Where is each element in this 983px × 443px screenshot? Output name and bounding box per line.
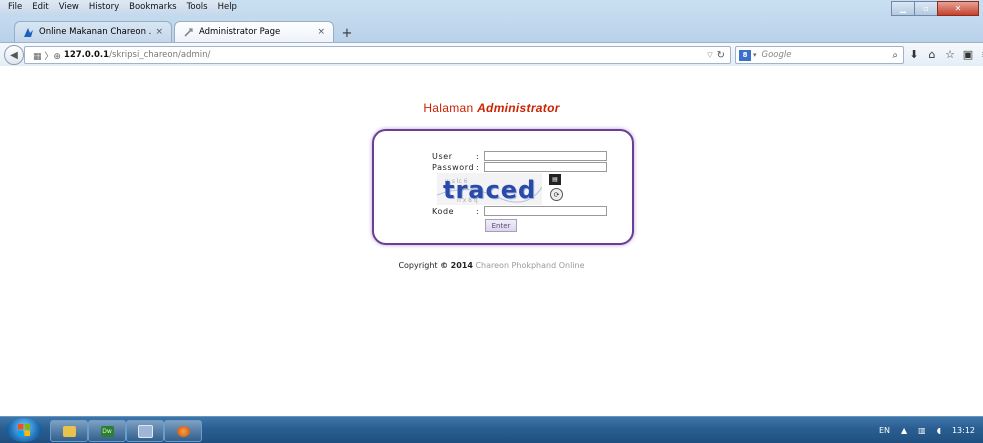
close-icon: ✕ (954, 4, 962, 13)
new-tab-button[interactable]: + (338, 24, 356, 42)
maximize-icon: ▫ (923, 4, 929, 13)
dreamweaver-icon: Dw (100, 425, 114, 437)
url-path: /skripsi_chareon/admin/ (109, 50, 211, 60)
login-box: User : Password : w s lc 6 n x 8 q trace… (372, 129, 634, 245)
password-input[interactable] (484, 162, 607, 172)
separator: : (476, 151, 479, 161)
address-bar[interactable]: ▦ 〉⊕ 127.0.0.1 /skripsi_chareon/admin/ ▽… (24, 46, 731, 64)
volume-icon[interactable]: ◖ (937, 426, 941, 435)
firefox-icon (176, 425, 190, 437)
site-identity-icon: ▦ 〉⊕ (33, 51, 61, 62)
copyright-org: Chareon Phokphand Online (475, 261, 585, 270)
menu-help[interactable]: Help (213, 0, 242, 14)
window-icon (137, 424, 153, 438)
url-dropdown-icon[interactable]: ▽ (707, 51, 712, 59)
maximize-button[interactable]: ▫ (914, 1, 938, 16)
back-arrow-icon: ◀ (10, 49, 18, 61)
search-placeholder: Google (761, 50, 792, 60)
navigation-bar: ◀ ▦ 〉⊕ 127.0.0.1 /skripsi_chareon/admin/… (0, 42, 983, 67)
kode-label: Kode (432, 206, 455, 216)
kode-input[interactable] (484, 206, 607, 216)
taskbar: Dw EN ▲ ▥ ◖ 13:12 (0, 416, 983, 443)
download-icon[interactable]: ⬇ (905, 46, 923, 62)
system-tray: EN ▲ ▥ ◖ 13:12 (868, 417, 975, 443)
tab-administrator-page[interactable]: Administrator Page × (174, 21, 334, 42)
copyright-symbol: © (440, 261, 449, 270)
page-content: Halaman Administrator User : Password : … (0, 66, 983, 416)
search-engine-icon[interactable]: 8 (739, 49, 751, 61)
screenshot-icon[interactable]: ▣ (959, 46, 977, 62)
url-host: 127.0.0.1 (63, 50, 110, 60)
copyright-year: 2014 (450, 261, 473, 270)
separator: : (476, 162, 479, 172)
language-indicator[interactable]: EN (879, 426, 890, 435)
toolbar-icons: ⬇ ⌂ ☆ ▣ ≡ (905, 46, 983, 62)
title-prefix: Halaman (423, 101, 474, 115)
menu-file[interactable]: File (3, 0, 27, 14)
tray-expand-icon[interactable]: ▲ (901, 426, 907, 435)
kode-row: Kode : (432, 206, 607, 216)
taskbar-explorer[interactable] (50, 420, 88, 442)
copyright-prefix: Copyright (398, 261, 438, 270)
captcha-text: traced (443, 176, 537, 204)
window-controls: ▁ ▫ ✕ (891, 1, 979, 16)
admin-favicon-icon (184, 27, 193, 37)
tab-close-icon[interactable]: × (317, 27, 325, 37)
menu-icon[interactable]: ≡ (977, 46, 983, 62)
engine-dropdown-icon[interactable]: ▾ (753, 51, 757, 59)
captcha-refresh-icon[interactable]: ⟳ (550, 188, 563, 201)
chareon-favicon-icon (24, 27, 33, 37)
network-icon[interactable]: ▥ (918, 426, 926, 435)
search-icon[interactable]: ⌕ (892, 50, 898, 61)
clock[interactable]: 13:12 (952, 426, 975, 435)
user-label: User (432, 151, 453, 161)
taskbar-firefox[interactable] (164, 420, 202, 442)
enter-button[interactable]: Enter (485, 219, 517, 232)
password-row: Password : (432, 162, 607, 172)
user-row: User : (432, 151, 607, 161)
menu-view[interactable]: View (54, 0, 84, 14)
tab-label: Administrator Page (199, 27, 281, 37)
tab-close-icon[interactable]: × (155, 27, 163, 37)
browser-chrome: File Edit View History Bookmarks Tools H… (0, 0, 983, 67)
captcha-audio-icon[interactable]: ▤ (549, 174, 561, 185)
minimize-icon: ▁ (899, 4, 907, 13)
menu-history[interactable]: History (84, 0, 124, 14)
minimize-button[interactable]: ▁ (891, 1, 915, 16)
user-input[interactable] (484, 151, 607, 161)
reload-icon[interactable]: ↻ (717, 50, 725, 61)
copyright-footer: Copyright © 2014 Chareon Phokphand Onlin… (0, 261, 983, 270)
back-button[interactable]: ◀ (4, 45, 24, 65)
tab-strip: Online Makanan Chareon ... × Administrat… (14, 20, 356, 42)
title-emphasis: Administrator (477, 101, 560, 115)
search-box[interactable]: 8 ▾ Google ⌕ (735, 46, 904, 64)
menu-edit[interactable]: Edit (27, 0, 53, 14)
password-label: Password (432, 162, 475, 172)
taskbar-dreamweaver[interactable]: Dw (88, 420, 126, 442)
separator: : (476, 206, 479, 216)
captcha-image: w s lc 6 n x 8 q traced (437, 173, 542, 205)
home-icon[interactable]: ⌂ (923, 46, 941, 62)
tab-online-makanan[interactable]: Online Makanan Chareon ... × (14, 21, 172, 42)
tab-label: Online Makanan Chareon ... (39, 27, 152, 37)
menu-bar: File Edit View History Bookmarks Tools H… (0, 0, 237, 14)
close-window-button[interactable]: ✕ (937, 1, 979, 16)
menu-tools[interactable]: Tools (182, 0, 213, 14)
page-title: Halaman Administrator (0, 101, 983, 115)
menu-bookmarks[interactable]: Bookmarks (124, 0, 182, 14)
start-button[interactable] (6, 418, 42, 442)
taskbar-window[interactable] (126, 420, 164, 442)
windows-logo-icon (18, 424, 30, 436)
bookmark-star-icon[interactable]: ☆ (941, 46, 959, 62)
file-explorer-icon (62, 425, 76, 437)
